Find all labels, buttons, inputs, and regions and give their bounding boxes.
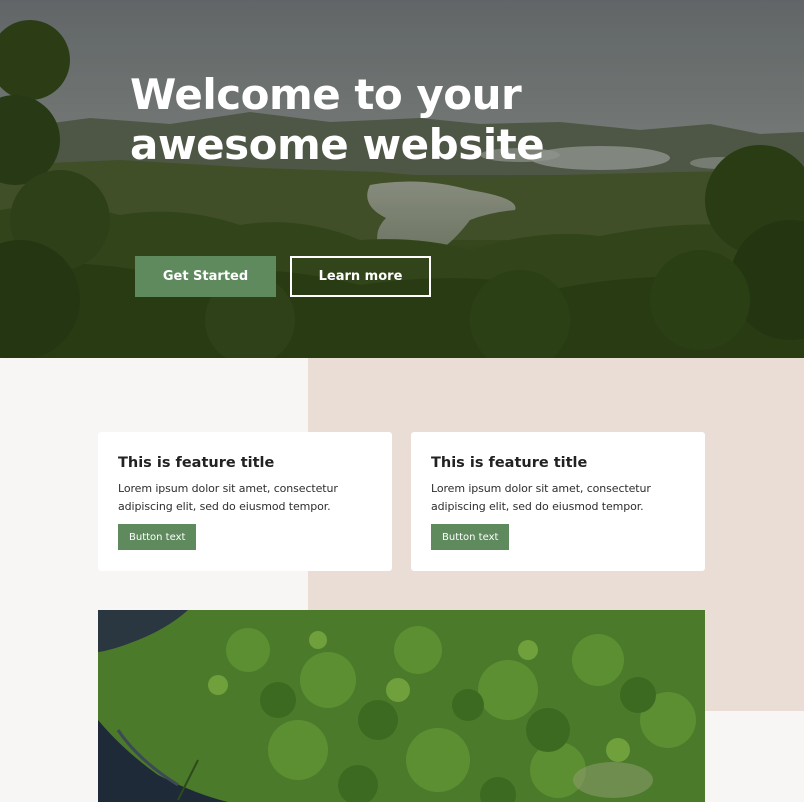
forest-aerial-image — [98, 610, 705, 802]
hero-section: Welcome to your awesome website Get Star… — [0, 0, 804, 358]
hero-title: Welcome to your awesome website — [130, 70, 545, 169]
feature-description: Lorem ipsum dolor sit amet, consectetur … — [118, 482, 338, 513]
feature-title: This is feature title — [118, 455, 275, 471]
hero-background-image — [0, 0, 804, 358]
learn-more-button[interactable]: Learn more — [290, 256, 431, 297]
feature-button[interactable]: Button text — [431, 524, 510, 550]
feature-title: This is feature title — [431, 455, 588, 471]
feature-button[interactable]: Button text — [118, 524, 197, 550]
landing-page: Welcome to your awesome website Get Star… — [0, 0, 804, 802]
get-started-button[interactable]: Get Started — [135, 256, 276, 297]
forest-aerial-illustration — [98, 610, 705, 802]
feature-card: This is feature title Lorem ipsum dolor … — [98, 432, 392, 571]
feature-card: This is feature title Lorem ipsum dolor … — [411, 432, 705, 571]
feature-description: Lorem ipsum dolor sit amet, consectetur … — [431, 482, 651, 513]
